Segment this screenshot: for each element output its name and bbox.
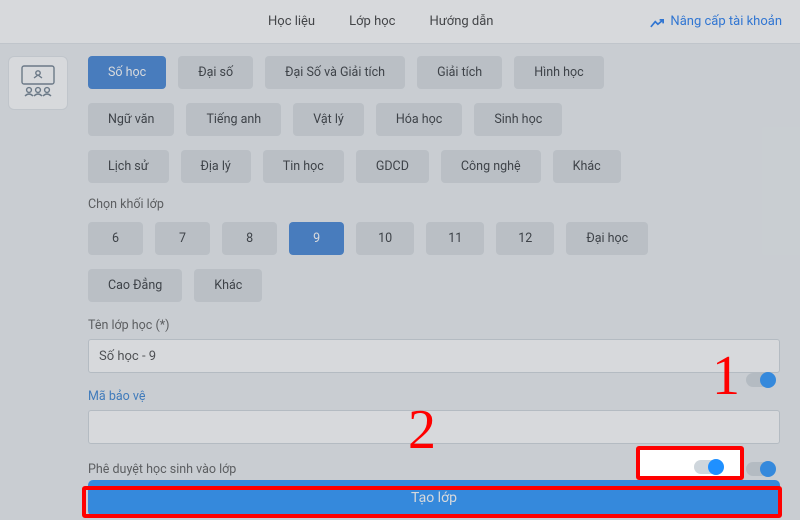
trend-up-icon [650,17,664,27]
nav-tab-huongdan[interactable]: Hướng dẫn [429,14,493,29]
grade-chip-7[interactable]: 7 [155,222,210,255]
subject-chip-row-3: Lịch sử Địa lý Tin học GDCD Công nghệ Kh… [88,150,780,183]
subject-chip-nguvan[interactable]: Ngữ văn [88,103,174,136]
approve-label: Phê duyệt học sinh vào lớp [88,462,236,477]
subject-chip-daiso[interactable]: Đại số [178,56,253,89]
grade-chip-9[interactable]: 9 [289,222,344,255]
toggle-knob [760,461,776,477]
subject-chip-dialy[interactable]: Địa lý [181,150,251,183]
grade-chip-12[interactable]: 12 [496,222,554,255]
grade-chip-row-1: 6 7 8 9 10 11 12 Đại học [88,222,780,255]
grade-chip-khac[interactable]: Khác [194,269,262,302]
toggle-knob [760,372,776,388]
subject-chip-hinhhoc[interactable]: Hình học [514,56,603,89]
class-name-input[interactable] [88,339,780,373]
sidebar-icon-card[interactable] [8,56,68,110]
subject-chip-gdcd[interactable]: GDCD [356,150,429,183]
subject-chip-khac[interactable]: Khác [553,150,621,183]
grade-chip-caodang[interactable]: Cao Đẳng [88,269,182,302]
subject-chip-hoahoc[interactable]: Hóa học [376,103,463,136]
grade-chip-10[interactable]: 10 [356,222,414,255]
protect-code-label[interactable]: Mã bảo vệ [88,389,145,404]
subject-chip-congnghe[interactable]: Công nghệ [441,150,541,183]
class-name-label: Tên lớp học (*) [88,318,780,333]
approve-toggle[interactable] [746,462,774,476]
classroom-icon [18,64,58,102]
approve-toggle-highlight [700,459,728,478]
grade-section-label: Chọn khối lớp [88,197,780,212]
subject-chip-tienganh[interactable]: Tiếng anh [186,103,281,136]
protect-code-toggle[interactable] [746,373,774,387]
upgrade-account-link[interactable]: Nâng cấp tài khoản [650,14,782,29]
subject-chip-sohoc[interactable]: Số học [88,56,166,89]
create-class-button[interactable]: Tạo lớp [88,480,780,516]
grade-chip-daihoc[interactable]: Đại học [566,222,648,255]
grade-chip-row-2: Cao Đẳng Khác [88,269,780,302]
subject-chip-vatly[interactable]: Vật lý [293,103,364,136]
subject-chip-row-1: Số học Đại số Đại Số và Giải tích Giải t… [88,56,780,89]
top-navbar: Học liệu Lớp học Hướng dẫn Nâng cấp tài … [0,0,800,44]
subject-chip-daiso-giaitich[interactable]: Đại Số và Giải tích [265,56,405,89]
upgrade-label: Nâng cấp tài khoản [670,14,782,29]
subject-chip-lichsu[interactable]: Lịch sử [88,150,169,183]
nav-tabs: Học liệu Lớp học Hướng dẫn [268,14,494,29]
subject-chip-row-2: Ngữ văn Tiếng anh Vật lý Hóa học Sinh họ… [88,103,780,136]
grade-chip-11[interactable]: 11 [426,222,484,255]
subject-chip-tinhoc[interactable]: Tin học [263,150,344,183]
protect-code-row: Mã bảo vệ [88,373,780,410]
subject-chip-giaitich[interactable]: Giải tích [417,56,502,89]
nav-tab-lophoc[interactable]: Lớp học [349,14,395,29]
subject-chip-sinhhoc[interactable]: Sinh học [474,103,562,136]
grade-chip-8[interactable]: 8 [222,222,277,255]
grade-chip-6[interactable]: 6 [88,222,143,255]
protect-code-input[interactable] [88,410,780,444]
nav-tab-hoclieu[interactable]: Học liệu [268,14,315,29]
